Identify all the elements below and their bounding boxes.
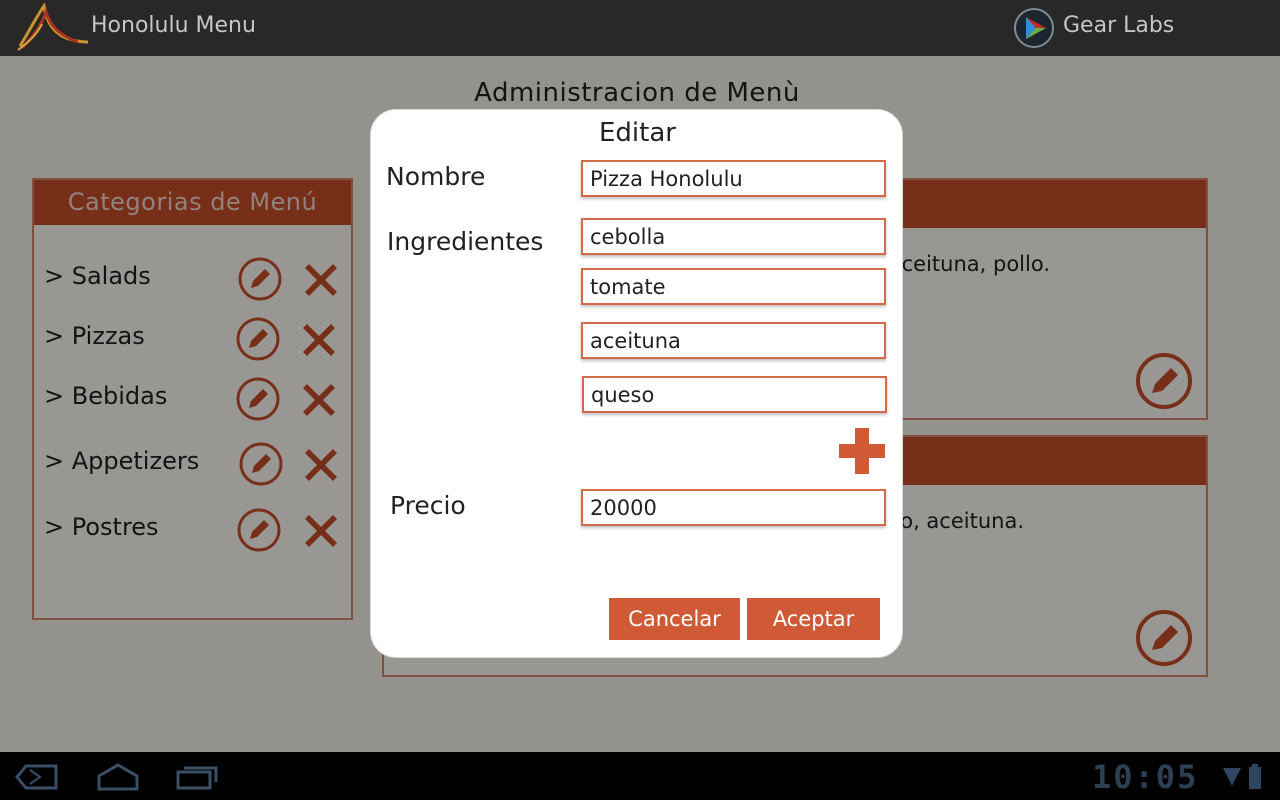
ingredient-input[interactable]: [581, 322, 886, 359]
signal-icon: [1223, 768, 1241, 786]
recent-apps-icon[interactable]: [176, 764, 220, 790]
ingredients-label: Ingredientes: [387, 227, 544, 256]
battery-icon: [1249, 764, 1261, 789]
add-ingredient-plus-icon[interactable]: [837, 426, 887, 476]
status-clock: 10:05: [1092, 758, 1199, 796]
system-nav-bar: 10:05: [0, 752, 1280, 800]
edit-dialog: Editar Nombre Ingredientes Precio Cancel…: [370, 109, 903, 658]
app-title: Honolulu Menu: [91, 13, 256, 38]
ingredient-input[interactable]: [581, 268, 886, 305]
action-bar: Honolulu Menu Gear Labs: [0, 0, 1280, 56]
home-icon[interactable]: [96, 762, 140, 792]
back-icon[interactable]: [14, 764, 58, 790]
accept-button[interactable]: Aceptar: [747, 598, 880, 640]
honolulu-logo-icon: [17, 2, 88, 51]
ingredient-input[interactable]: [582, 376, 887, 413]
name-input[interactable]: [581, 160, 886, 197]
ingredient-input[interactable]: [581, 218, 886, 255]
dialog-title: Editar: [599, 118, 676, 148]
gear-labs-logo-icon: [1014, 8, 1054, 48]
price-input[interactable]: [581, 489, 886, 526]
price-label: Precio: [390, 491, 466, 520]
name-label: Nombre: [386, 162, 486, 191]
partner-name: Gear Labs: [1063, 13, 1175, 38]
cancel-button[interactable]: Cancelar: [609, 598, 740, 640]
